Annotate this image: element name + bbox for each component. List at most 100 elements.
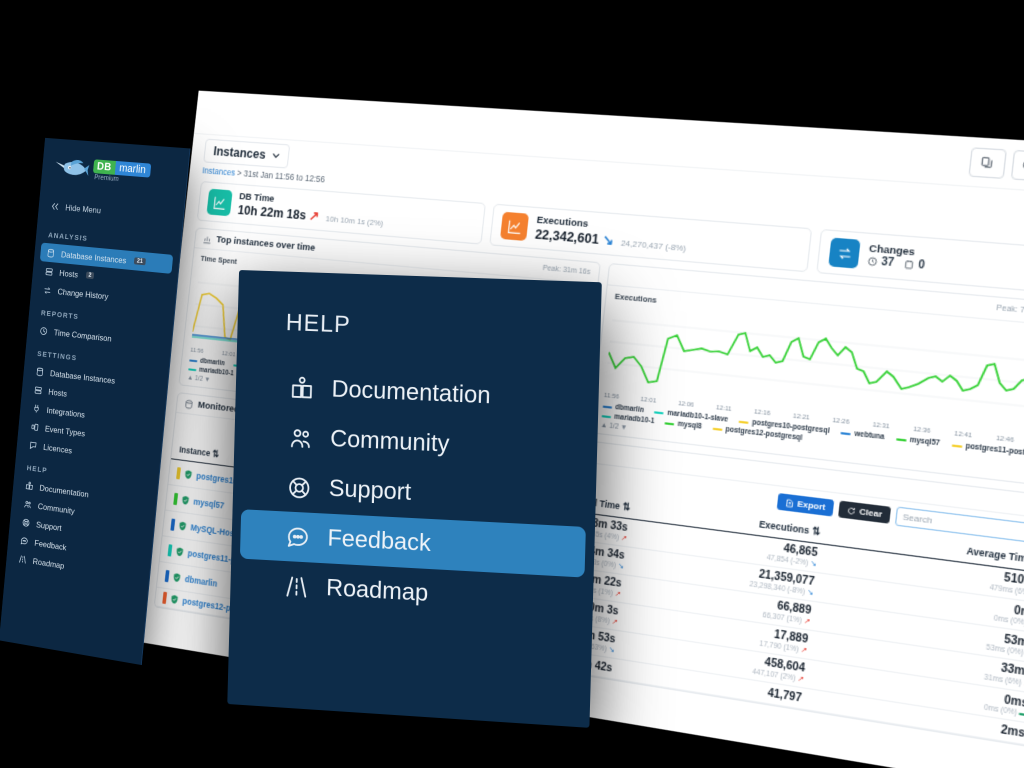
legend-swatch (664, 421, 675, 425)
lifebuoy-icon (21, 517, 30, 528)
kpi-compare: 10h 10m 1s (2%) (325, 214, 384, 229)
x-tick: 12:41 (953, 430, 973, 440)
kpi-compare: 24,270,437 (-8%) (620, 238, 687, 254)
x-tick: 12:21 (792, 413, 810, 422)
x-tick: 12:01 (221, 350, 236, 359)
clock-icon (39, 325, 48, 336)
breadcrumb-separator: > (236, 167, 243, 179)
panel-peak: Peak: 31m 16s (542, 264, 591, 277)
sidebar-item-label: Change History (57, 285, 109, 301)
legend-swatch (601, 414, 612, 418)
chart-line-icon (206, 188, 233, 217)
chevron-down-icon (272, 152, 280, 159)
kpi-value-text: 10h 22m 18s (237, 202, 307, 223)
pager-text: 1/2 (194, 375, 204, 383)
legend-swatch (188, 367, 197, 371)
sidebar-item-label: Integrations (46, 404, 86, 420)
certificate-icon (29, 440, 38, 451)
people-icon (287, 424, 314, 452)
legend-swatch (189, 358, 198, 362)
shield-check-icon (181, 495, 190, 505)
legend-label: dbmarlin (199, 357, 226, 368)
exchange-icon (828, 237, 861, 269)
book-icon (289, 374, 316, 402)
x-tick: 11:56 (603, 392, 620, 401)
shield-check-icon (170, 594, 178, 605)
help-item-label: Roadmap (325, 574, 429, 607)
legend-swatch (738, 420, 749, 424)
legend-label: mysql57 (909, 436, 941, 448)
shield-check-icon (179, 520, 187, 531)
lifebuoy-icon (286, 473, 313, 501)
pager-text: 1/2 (608, 422, 620, 432)
server-icon (44, 266, 53, 277)
x-tick: 12:06 (677, 400, 695, 410)
x-tick: 12:26 (832, 417, 850, 427)
database-icon (46, 248, 55, 259)
export-label: Export (796, 498, 827, 513)
tag-icon (30, 421, 39, 432)
legend-label: postgres11-postgresql (965, 442, 1024, 460)
database-icon (35, 366, 44, 377)
screenshot-stage: Last hour 31st Jan Instances Instances >… (0, 0, 1024, 768)
people-icon (23, 499, 32, 510)
clear-label: Clear (858, 506, 883, 520)
logo-db: DB (92, 159, 116, 175)
x-tick: 12:31 (872, 422, 890, 431)
sidebar-item-label: Support (35, 518, 63, 533)
sidebar-item-label: Roadmap (32, 555, 65, 571)
time-range-button[interactable]: Last hour 31st Jan (1010, 149, 1024, 185)
changes-clock-count: 37 (880, 256, 895, 270)
instance-color-chip (164, 569, 170, 582)
legend-label: webtuna (853, 430, 885, 442)
panel-peak: Peak: 762,597 (995, 304, 1024, 318)
clock-icon (867, 256, 878, 267)
sidebar-item-badge: 21 (133, 257, 146, 266)
x-tick: 12:11 (715, 404, 733, 414)
sidebar-item-label: Community (37, 500, 76, 516)
instance-color-chip (170, 518, 176, 531)
export-icon (784, 498, 794, 508)
chart-line-icon (500, 211, 530, 242)
help-item-label: Community (329, 425, 450, 458)
server-icon (34, 384, 43, 395)
sidebar-item-label: Hosts (48, 386, 68, 399)
instance-color-chip (173, 492, 179, 505)
sidebar-item-label: Feedback (34, 537, 67, 552)
sidebar-item-label: Event Types (44, 423, 86, 439)
marlin-fish-icon (55, 159, 90, 176)
legend-item[interactable]: webtuna (840, 429, 885, 442)
x-tick: 12:36 (912, 426, 931, 436)
road-icon (283, 572, 310, 600)
legend-swatch (951, 443, 963, 448)
book-icon (25, 480, 34, 491)
note-icon (904, 259, 915, 270)
kpi-trend-glyph: ↘ (601, 232, 615, 249)
legend-label: dbmarlin (614, 403, 645, 415)
refresh-icon (846, 505, 856, 515)
export-button[interactable]: Export (776, 492, 835, 517)
copy-button[interactable] (968, 146, 1007, 179)
clear-button[interactable]: Clear (838, 500, 892, 524)
page-title-dropdown[interactable]: Instances (203, 138, 290, 169)
bar-chart-icon (202, 233, 212, 244)
legend-item[interactable]: mysql57 (895, 435, 940, 448)
sidebar-item-label: Time Comparison (53, 326, 113, 344)
legend-swatch (895, 437, 907, 442)
instance-name[interactable]: dbmarlin (184, 573, 217, 588)
x-tick: 12:01 (640, 396, 657, 405)
search-placeholder: Search (902, 511, 933, 526)
instance-color-chip (176, 466, 182, 479)
legend-label: mysql8 (677, 420, 703, 431)
hide-menu-label: Hide Menu (64, 202, 102, 216)
page-title: Instances (212, 144, 267, 162)
x-tick: 11:56 (190, 347, 204, 355)
road-icon (18, 553, 27, 564)
kpi-value-text: 22,342,601 (534, 227, 600, 248)
x-tick: 12:16 (753, 409, 771, 418)
sidebar-item-label: Documentation (39, 482, 90, 499)
copy-icon (980, 156, 994, 169)
instance-name[interactable]: mysql57 (193, 496, 225, 510)
instance-name[interactable]: MySQL-Host (190, 522, 237, 539)
sidebar-item-badge: 2 (85, 271, 95, 280)
